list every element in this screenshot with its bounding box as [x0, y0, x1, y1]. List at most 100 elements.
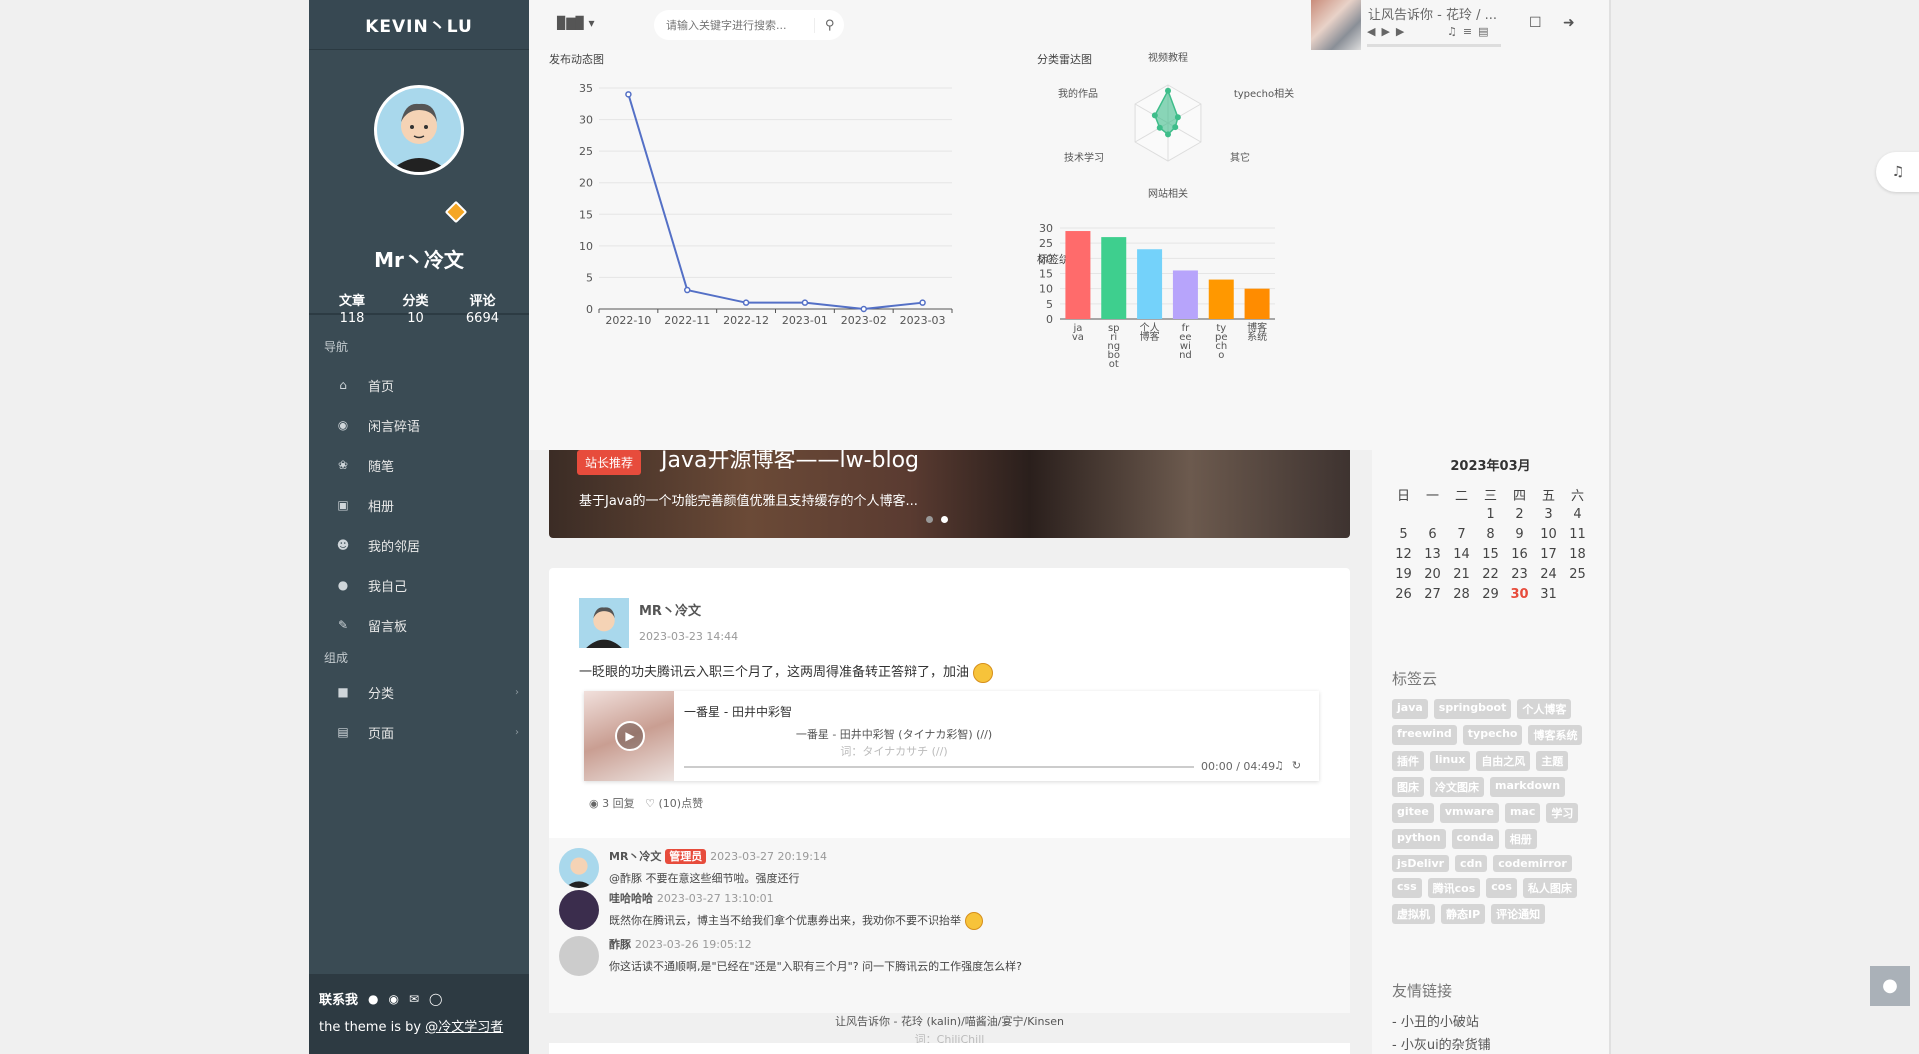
tag-item[interactable]: java — [1392, 699, 1428, 719]
tag-item[interactable]: 腾讯cos — [1427, 878, 1481, 898]
nav-item-home[interactable]: ⌂ 首页 — [309, 365, 529, 405]
calendar-day[interactable]: 18 — [1563, 544, 1592, 564]
featured-banner[interactable]: 站长推荐 Java开源博客——lw-blog 基于Java的一个功能完善颜值优雅… — [549, 450, 1350, 538]
tag-item[interactable]: gitee — [1392, 803, 1434, 823]
nav-item-guestbook[interactable]: ✎ 留言板 — [309, 605, 529, 645]
tag-item[interactable]: 评论通知 — [1491, 904, 1546, 924]
tag-item[interactable]: 相册 — [1504, 829, 1537, 849]
like-icon[interactable]: ♡ — [645, 797, 655, 810]
nav-item-neighbors[interactable]: ☻ 我的邻居 — [309, 525, 529, 565]
nav-item-essay[interactable]: ❀ 随笔 — [309, 445, 529, 485]
calendar-day[interactable]: 9 — [1505, 524, 1534, 544]
music-progress[interactable] — [684, 766, 1194, 768]
nav-item-categories[interactable]: ■ 分类 › — [309, 672, 529, 712]
featured-title[interactable]: Java开源博客——lw-blog — [661, 450, 919, 474]
player-controls[interactable]: ◀▶▶ — [1367, 25, 1410, 38]
search-icon[interactable]: ⚲ — [814, 17, 844, 33]
tag-item[interactable]: mac — [1504, 803, 1541, 823]
album-cover[interactable] — [1311, 0, 1361, 50]
calendar-day[interactable]: 31 — [1534, 584, 1563, 604]
tag-item[interactable]: 静态IP — [1441, 904, 1486, 924]
comment-avatar[interactable] — [559, 848, 599, 888]
tag-item[interactable]: 学习 — [1546, 803, 1579, 823]
nav-item-about-me[interactable]: ● 我自己 — [309, 565, 529, 605]
calendar-day[interactable]: 23 — [1505, 564, 1534, 584]
calendar-day[interactable]: 4 — [1563, 504, 1592, 524]
tag-item[interactable]: vmware — [1439, 803, 1499, 823]
site-logo[interactable]: KEVIN丶LU — [309, 0, 529, 50]
tag-item[interactable]: 插件 — [1392, 751, 1424, 771]
calendar-day[interactable]: 3 — [1534, 504, 1563, 524]
calendar-day[interactable]: 17 — [1534, 544, 1563, 564]
calendar-day[interactable]: 26 — [1389, 584, 1418, 604]
calendar-day[interactable]: 28 — [1447, 584, 1476, 604]
nav-item-pages[interactable]: ▤ 页面 › — [309, 712, 529, 752]
calendar-day[interactable]: 12 — [1389, 544, 1418, 564]
calendar-day[interactable]: 24 — [1534, 564, 1563, 584]
player-volume-list[interactable]: ♫≡▤ — [1447, 25, 1494, 38]
tag-item[interactable]: 图床 — [1392, 777, 1424, 797]
player-progress[interactable] — [1367, 44, 1501, 47]
calendar-day[interactable]: 13 — [1418, 544, 1447, 564]
tag-item[interactable]: freewind — [1392, 725, 1457, 745]
music-volume-loop[interactable]: ♫↻ — [1274, 759, 1309, 772]
carousel-dot[interactable] — [926, 516, 933, 523]
calendar-day[interactable]: 25 — [1563, 564, 1592, 584]
calendar-day[interactable]: 6 — [1418, 524, 1447, 544]
calendar-day[interactable]: 20 — [1418, 564, 1447, 584]
tag-item[interactable]: cdn — [1455, 855, 1488, 872]
search-input[interactable] — [666, 18, 815, 32]
tag-item[interactable]: springboot — [1433, 699, 1512, 719]
qq-icon[interactable]: ● — [368, 992, 378, 1006]
like-count[interactable]: (10)点赞 — [658, 797, 703, 810]
friend-link[interactable]: - 小灰ui的杂货铺 — [1392, 1034, 1602, 1053]
tag-item[interactable]: codemirror — [1493, 855, 1572, 872]
calendar-day[interactable]: 19 — [1389, 564, 1418, 584]
calendar-day[interactable]: 1 — [1476, 504, 1505, 524]
tag-item[interactable]: python — [1392, 829, 1446, 849]
login-icon[interactable]: ➜ — [1563, 15, 1575, 31]
calendar-day[interactable]: 16 — [1505, 544, 1534, 564]
post-author[interactable]: MR丶冷文 — [639, 600, 701, 619]
nav-item-whisper[interactable]: ◉ 闲言碎语 — [309, 405, 529, 445]
calendar-day[interactable]: 14 — [1447, 544, 1476, 564]
calendar-day[interactable]: 10 — [1534, 524, 1563, 544]
calendar-day[interactable]: 30 — [1505, 584, 1534, 604]
calendar-day[interactable]: 29 — [1476, 584, 1505, 604]
comment-avatar[interactable] — [559, 890, 599, 930]
tag-item[interactable]: typecho — [1462, 725, 1523, 745]
friend-link[interactable]: - 小丑的小破站 — [1392, 1011, 1602, 1030]
tag-item[interactable]: 虚拟机 — [1392, 904, 1435, 924]
tag-item[interactable]: 自由之风 — [1476, 751, 1531, 771]
reply-count[interactable]: 3 回复 — [602, 797, 635, 810]
tag-item[interactable]: markdown — [1490, 777, 1566, 797]
tag-item[interactable]: 博客系统 — [1528, 725, 1583, 745]
tag-item[interactable]: 私人图床 — [1522, 878, 1577, 898]
calendar-day[interactable]: 22 — [1476, 564, 1505, 584]
tag-item[interactable]: 冷文图床 — [1430, 777, 1484, 797]
tag-item[interactable]: jsDelivr — [1392, 855, 1450, 872]
tag-item[interactable]: linux — [1430, 751, 1471, 771]
calendar-day[interactable]: 27 — [1418, 584, 1447, 604]
calendar-day[interactable]: 7 — [1447, 524, 1476, 544]
tag-item[interactable]: css — [1392, 878, 1422, 898]
reply-icon[interactable]: ◉ — [589, 797, 599, 810]
carousel-dot-active[interactable] — [941, 516, 948, 523]
tag-item[interactable]: 个人博客 — [1517, 699, 1572, 719]
comment-avatar[interactable] — [559, 936, 599, 976]
calendar-day[interactable]: 5 — [1389, 524, 1418, 544]
tag-item[interactable]: 主题 — [1536, 751, 1569, 771]
calendar-day[interactable]: 2 — [1505, 504, 1534, 524]
bookmark-icon[interactable]: ☐ — [1529, 15, 1542, 31]
tag-item[interactable]: cos — [1486, 878, 1517, 898]
tag-item[interactable]: conda — [1451, 829, 1499, 849]
play-icon[interactable]: ▶ — [615, 721, 645, 751]
avatar[interactable] — [374, 85, 464, 175]
weibo-icon[interactable]: ◉ — [389, 992, 399, 1006]
github-icon[interactable]: ◯ — [429, 992, 442, 1006]
post-avatar[interactable] — [579, 598, 629, 648]
mail-icon[interactable]: ✉ — [409, 992, 419, 1006]
calendar-day[interactable]: 11 — [1563, 524, 1592, 544]
calendar-day[interactable]: 15 — [1476, 544, 1505, 564]
nav-item-album[interactable]: ▣ 相册 — [309, 485, 529, 525]
